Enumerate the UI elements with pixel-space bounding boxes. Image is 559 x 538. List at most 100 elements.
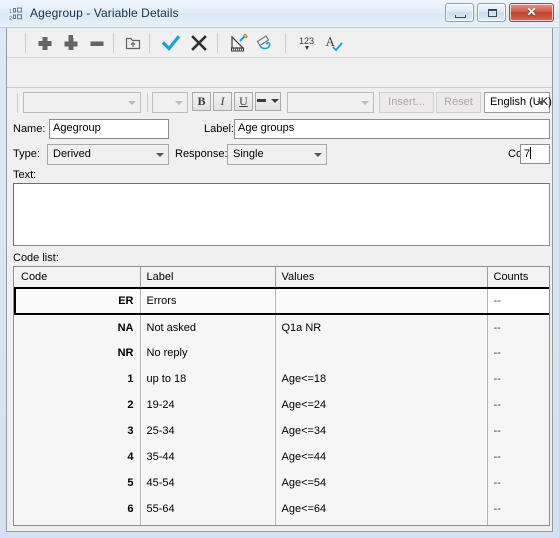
cell-counts[interactable]: -- <box>487 444 549 470</box>
type-field-label: Type: <box>13 148 40 160</box>
cell-values[interactable]: Q1a NR <box>275 314 488 340</box>
cell-counts[interactable]: -- <box>487 522 549 525</box>
minimize-icon <box>455 15 466 18</box>
table-row[interactable]: 765 plustrue-- <box>15 522 549 525</box>
column-header-code[interactable]: Code <box>15 267 141 289</box>
cell-code[interactable]: NR <box>15 340 141 366</box>
cell-counts[interactable]: -- <box>487 366 549 392</box>
clear-formatting-button[interactable] <box>253 32 277 54</box>
minimize-button[interactable] <box>445 3 474 22</box>
titlebar: 1 2 Agegroup - Variable Details ✕ <box>0 0 559 28</box>
text-format-button[interactable]: A <box>321 32 345 54</box>
accept-button[interactable] <box>159 32 183 54</box>
cell-label[interactable]: 55-64 <box>140 496 276 522</box>
codes-input[interactable]: 7 <box>520 144 550 164</box>
text-area-label: Text: <box>13 169 37 181</box>
cell-label[interactable]: Not asked <box>140 314 276 340</box>
chevron-down-icon <box>175 100 183 105</box>
table-row[interactable]: 1 up to 18 Age<=18 -- <box>15 366 549 392</box>
italic-button[interactable]: I <box>213 92 232 111</box>
cell-code[interactable]: ER <box>14 287 141 315</box>
cell-code[interactable]: 5 <box>15 470 141 496</box>
variable-details-window: 1 2 Agegroup - Variable Details ✕ 123 A … <box>0 0 559 538</box>
add-code-button[interactable] <box>33 32 57 54</box>
cell-label[interactable]: 19-24 <box>140 392 276 418</box>
code-list-grid[interactable]: Code Label Values Counts ER Errors -- NA Not… <box>13 266 550 526</box>
font-size-combo[interactable] <box>152 92 188 113</box>
cell-counts[interactable]: -- <box>487 470 549 496</box>
cell-code[interactable]: 2 <box>15 392 141 418</box>
cell-values[interactable]: Age<=18 <box>275 366 488 392</box>
table-row[interactable]: 5 45-54 Age<=54 -- <box>15 470 549 496</box>
maximize-icon <box>488 9 497 17</box>
table-row[interactable]: 6 55-64 Age<=64 -- <box>15 496 549 522</box>
cell-values[interactable] <box>275 340 488 366</box>
table-row[interactable]: 3 25-34 Age<=34 -- <box>15 418 549 444</box>
name-input[interactable]: Agegroup <box>49 119 169 139</box>
cell-values[interactable]: Age<=64 <box>275 496 488 522</box>
close-button[interactable]: ✕ <box>509 3 554 22</box>
table-header-row: Code Label Values Counts <box>15 267 549 289</box>
cell-values[interactable]: Age<=54 <box>275 470 488 496</box>
svg-text:1: 1 <box>9 9 12 15</box>
table-row[interactable]: NR No reply -- <box>15 340 549 366</box>
cell-label[interactable]: 35-44 <box>140 444 276 470</box>
style-combo[interactable] <box>287 92 374 113</box>
cell-counts[interactable]: -- <box>487 418 549 444</box>
reset-button[interactable]: Reset <box>436 92 481 113</box>
table-row[interactable]: ER Errors -- <box>14 287 549 315</box>
cell-code[interactable]: 7 <box>15 522 141 525</box>
color-swatch-icon <box>257 99 267 102</box>
cell-counts[interactable]: -- <box>487 287 549 315</box>
cell-code[interactable]: 6 <box>15 496 141 522</box>
cell-values[interactable]: Age<=44 <box>275 444 488 470</box>
language-combo[interactable]: English (UK) <box>484 92 552 113</box>
font-family-combo[interactable] <box>23 92 141 113</box>
variable-list-icon: 1 2 <box>9 7 24 22</box>
maximize-button[interactable] <box>477 3 506 22</box>
bold-button[interactable]: B <box>192 92 211 111</box>
cell-values[interactable] <box>275 287 488 315</box>
type-combo[interactable]: Derived <box>47 144 169 165</box>
numeric-format-button[interactable]: 123 <box>295 32 319 54</box>
cell-counts[interactable]: -- <box>487 314 549 340</box>
text-input[interactable] <box>13 183 550 246</box>
underline-button[interactable]: U <box>234 92 253 111</box>
cell-counts[interactable]: -- <box>487 392 549 418</box>
insert-button[interactable]: Insert... <box>379 92 434 113</box>
cell-values[interactable]: Age<=24 <box>275 392 488 418</box>
table-row[interactable]: 2 19-24 Age<=24 -- <box>15 392 549 418</box>
font-color-button[interactable] <box>255 92 281 111</box>
table-row[interactable]: 4 35-44 Age<=44 -- <box>15 444 549 470</box>
column-header-counts[interactable]: Counts <box>487 267 549 289</box>
label-input[interactable]: Age groups <box>234 119 550 139</box>
column-header-label[interactable]: Label <box>140 267 276 289</box>
format-toolbar <box>7 58 552 113</box>
cell-code[interactable]: 3 <box>15 418 141 444</box>
cell-values[interactable]: true <box>275 522 488 525</box>
cell-label[interactable]: up to 18 <box>140 366 276 392</box>
cancel-button[interactable] <box>187 32 211 54</box>
cell-code[interactable]: NA <box>15 314 141 340</box>
insert-code-button[interactable] <box>59 32 83 54</box>
cell-label[interactable]: Errors <box>140 287 276 315</box>
response-field-label: Response: <box>175 148 228 160</box>
edit-script-button[interactable] <box>227 32 251 54</box>
cell-label[interactable]: No reply <box>140 340 276 366</box>
response-combo[interactable]: Single <box>227 144 327 165</box>
cell-counts[interactable]: -- <box>487 340 549 366</box>
cell-code[interactable]: 4 <box>15 444 141 470</box>
cell-label[interactable]: 25-34 <box>140 418 276 444</box>
cell-code[interactable]: 1 <box>15 366 141 392</box>
cell-label[interactable]: 45-54 <box>140 470 276 496</box>
table-row[interactable]: NA Not asked Q1a NR -- <box>15 314 549 340</box>
toolbar-separator <box>17 93 18 113</box>
remove-code-button[interactable] <box>85 32 109 54</box>
cell-values[interactable]: Age<=34 <box>275 418 488 444</box>
code-list-table: Code Label Values Counts ER Errors -- NA Not… <box>14 267 549 525</box>
svg-text:2: 2 <box>9 16 12 21</box>
column-header-values[interactable]: Values <box>275 267 488 289</box>
cell-label[interactable]: 65 plus <box>140 522 276 525</box>
move-up-level-button[interactable] <box>121 32 145 54</box>
cell-counts[interactable]: -- <box>487 496 549 522</box>
